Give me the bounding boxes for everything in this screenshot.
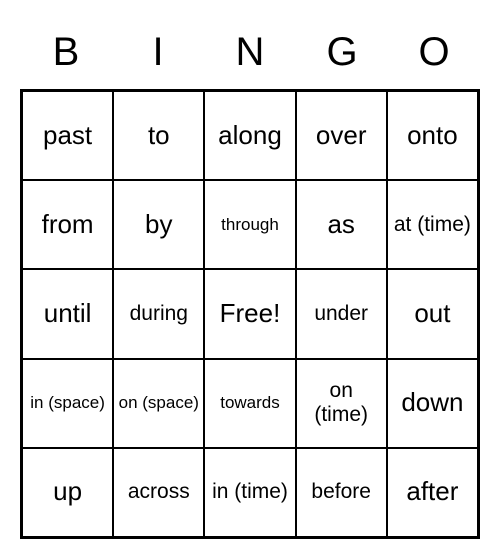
header-o: O — [388, 20, 480, 89]
header-i: I — [112, 20, 204, 89]
bingo-cell[interactable]: from — [22, 180, 113, 269]
bingo-header-row: B I N G O — [20, 20, 480, 89]
bingo-cell[interactable]: along — [204, 91, 295, 180]
header-b: B — [20, 20, 112, 89]
bingo-cell[interactable]: across — [113, 448, 204, 537]
bingo-cell[interactable]: in (time) — [204, 448, 295, 537]
bingo-cell[interactable]: after — [387, 448, 478, 537]
bingo-cell[interactable]: under — [296, 269, 387, 358]
bingo-grid: past to along over onto from by through … — [20, 89, 480, 539]
bingo-cell[interactable]: in (space) — [22, 359, 113, 448]
bingo-cell[interactable]: until — [22, 269, 113, 358]
bingo-cell[interactable]: by — [113, 180, 204, 269]
bingo-cell[interactable]: over — [296, 91, 387, 180]
bingo-cell[interactable]: as — [296, 180, 387, 269]
bingo-cell[interactable]: onto — [387, 91, 478, 180]
bingo-card: B I N G O past to along over onto from b… — [20, 20, 480, 539]
bingo-cell-free[interactable]: Free! — [204, 269, 295, 358]
bingo-cell[interactable]: towards — [204, 359, 295, 448]
bingo-cell[interactable]: on (space) — [113, 359, 204, 448]
bingo-cell[interactable]: out — [387, 269, 478, 358]
bingo-cell[interactable]: during — [113, 269, 204, 358]
bingo-cell[interactable]: to — [113, 91, 204, 180]
bingo-cell[interactable]: up — [22, 448, 113, 537]
bingo-cell[interactable]: down — [387, 359, 478, 448]
header-g: G — [296, 20, 388, 89]
bingo-cell[interactable]: at (time) — [387, 180, 478, 269]
bingo-cell[interactable]: before — [296, 448, 387, 537]
bingo-cell[interactable]: on (time) — [296, 359, 387, 448]
bingo-cell[interactable]: past — [22, 91, 113, 180]
header-n: N — [204, 20, 296, 89]
bingo-cell[interactable]: through — [204, 180, 295, 269]
